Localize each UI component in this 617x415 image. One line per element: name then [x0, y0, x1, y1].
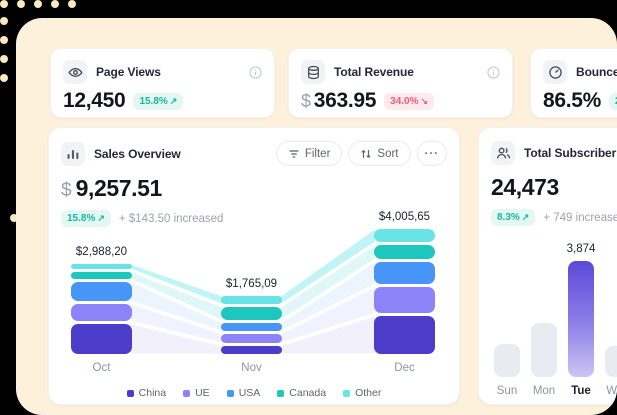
x-axis-label: Sun: [497, 385, 517, 397]
legend-swatch: [343, 390, 350, 397]
filter-button[interactable]: Filter: [276, 141, 343, 166]
legend-swatch: [227, 390, 234, 397]
more-button[interactable]: ···: [417, 141, 448, 166]
flow-ribbon: [131, 273, 222, 320]
delta-text: + 749 increased: [543, 212, 617, 224]
flow-ribbon: [131, 325, 222, 354]
trend-up-icon: ↗: [97, 213, 105, 224]
bar-segment-usa-nov[interactable]: [221, 323, 282, 331]
flow-ribbon: [281, 246, 375, 320]
flow-ribbon: [131, 283, 222, 331]
dashboard-screenshot: Page Views 12,450 15.8%↗: [0, 0, 617, 415]
flow-ribbon: [281, 317, 375, 354]
x-axis-label: Dec: [394, 362, 414, 374]
legend-swatch: [183, 390, 190, 397]
legend-item-canada: Canada: [277, 387, 326, 399]
x-axis-label: Nov: [241, 362, 261, 374]
bar-chart-icon: [61, 142, 85, 166]
flow-ribbon: [131, 305, 222, 343]
trend-badge: 34.0%↘: [384, 93, 434, 110]
gauge-icon: [543, 60, 567, 84]
stat-card-total-revenue: Total Revenue $363.95 34.0%↘: [288, 48, 513, 118]
legend-item-usa: USA: [227, 387, 261, 399]
x-axis-label: Tue: [571, 385, 591, 397]
legend-label: USA: [239, 387, 261, 399]
coins-icon: [301, 60, 325, 84]
stat-card-bounce-rate: Bounce Rate 86.5% 24: [530, 48, 617, 118]
bar-segment-canada-nov[interactable]: [221, 307, 282, 320]
legend-swatch: [277, 390, 284, 397]
subscriber-bar-tue[interactable]: [568, 261, 594, 377]
sales-overview-card: Sales Overview Filter Sort: [48, 127, 460, 405]
trend-down-icon: ↘: [421, 96, 429, 107]
sales-total-value: 9,257.51: [76, 175, 162, 202]
bar-segment-china-nov[interactable]: [221, 346, 282, 354]
card-title: Total Subscriber: [524, 146, 616, 160]
subscriber-bar-sun[interactable]: [494, 344, 520, 377]
bar-segment-usa-dec[interactable]: [374, 262, 435, 284]
x-axis-label: Oct: [93, 362, 111, 374]
stat-value: $363.95: [301, 89, 376, 113]
stat-card-page-views: Page Views 12,450 15.8%↗: [50, 48, 275, 118]
bar-segment-ue-dec[interactable]: [374, 287, 435, 313]
stat-title: Total Revenue: [334, 65, 414, 79]
info-icon[interactable]: [249, 66, 262, 79]
bar-segment-other-oct[interactable]: [71, 264, 132, 269]
flow-ribbon: [281, 230, 375, 304]
legend-label: China: [139, 387, 166, 399]
bar-segment-china-dec[interactable]: [374, 316, 435, 354]
legend-label: Canada: [289, 387, 326, 399]
sort-button[interactable]: Sort: [348, 141, 410, 166]
legend-item-other: Other: [343, 387, 381, 399]
trend-badge: 15.8%↗: [133, 93, 183, 110]
trend-badge: 8.3%↗: [491, 209, 535, 226]
trend-badge: 24: [609, 93, 617, 110]
bar-total-label: $1,765,09: [226, 278, 277, 290]
stat-title: Bounce Rate: [576, 65, 617, 79]
bar-segment-ue-oct[interactable]: [71, 304, 132, 321]
legend-label: Other: [355, 387, 381, 399]
subscriber-bar-wed[interactable]: [605, 346, 617, 377]
bar-segment-other-nov[interactable]: [221, 296, 282, 304]
stat-value: 12,450: [63, 89, 125, 113]
flow-ribbon: [281, 288, 375, 343]
sort-icon: [360, 148, 372, 160]
card-title: Sales Overview: [94, 147, 181, 161]
legend-swatch: [127, 390, 134, 397]
chart-legend: China UE USA Canada Other: [49, 387, 459, 399]
stat-value: 86.5%: [543, 89, 601, 113]
legend-item-ue: UE: [183, 387, 210, 399]
bar-segment-china-oct[interactable]: [71, 324, 132, 354]
legend-label: UE: [195, 387, 210, 399]
subscriber-total-value: 24,473: [491, 174, 559, 201]
bar-value-label: 3,874: [567, 243, 596, 255]
more-icon: ···: [425, 148, 440, 160]
bar-segment-canada-dec[interactable]: [374, 245, 435, 259]
legend-item-china: China: [127, 387, 166, 399]
currency-symbol: $: [61, 180, 72, 202]
stat-title: Page Views: [96, 65, 161, 79]
total-subscriber-card: Total Subscriber 24,473 8.3%↗ + 749 incr…: [478, 127, 617, 405]
filter-icon: [288, 148, 300, 160]
bar-segment-usa-oct[interactable]: [71, 282, 132, 301]
bar-segment-ue-nov[interactable]: [221, 334, 282, 343]
delta-text: + $143.50 increased: [119, 213, 224, 225]
info-icon[interactable]: [487, 66, 500, 79]
x-axis-label: Mon: [533, 385, 555, 397]
trend-up-icon: ↗: [170, 96, 178, 107]
bar-segment-canada-oct[interactable]: [71, 272, 132, 279]
bar-total-label: $2,988,20: [76, 246, 127, 258]
flow-ribbon: [131, 265, 222, 304]
bar-segment-other-dec[interactable]: [374, 229, 435, 242]
trend-badge: 15.8%↗: [61, 210, 111, 227]
flow-ribbon: [281, 263, 375, 331]
trend-up-icon: ↗: [522, 212, 530, 223]
x-axis-label: Wed: [606, 385, 617, 397]
subscriber-bar-mon[interactable]: [531, 323, 557, 377]
dashboard-panel: Page Views 12,450 15.8%↗: [16, 18, 617, 415]
currency-symbol: $: [301, 91, 311, 111]
eye-icon: [63, 60, 87, 84]
users-icon: [491, 141, 515, 165]
